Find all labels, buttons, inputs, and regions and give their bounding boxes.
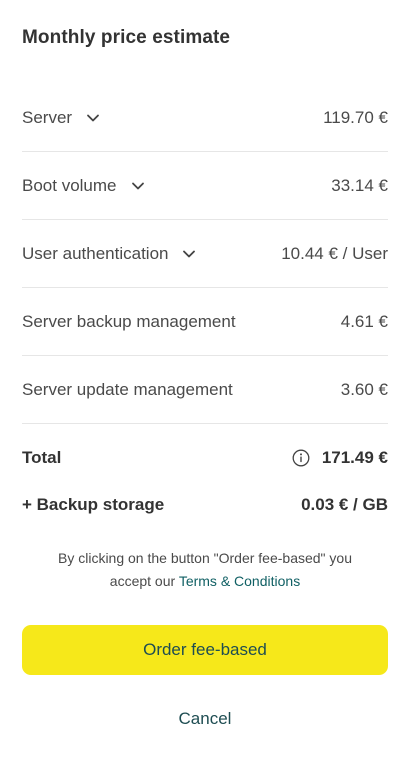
total-value-wrap: 171.49 € xyxy=(292,448,388,468)
row-label: Boot volume xyxy=(22,175,117,195)
terms-line-2: accept our Terms & Conditions xyxy=(22,570,388,593)
price-row-server-backup-management: Server backup management 4.61 € xyxy=(22,288,388,356)
order-fee-based-button[interactable]: Order fee-based xyxy=(22,625,388,675)
price-row-server: Server 119.70 € xyxy=(22,84,388,152)
info-icon[interactable] xyxy=(292,449,310,467)
total-label: Total xyxy=(22,448,62,467)
backup-storage-value: 0.03 € / GB xyxy=(301,495,388,514)
row-value: 4.61 € xyxy=(340,311,388,331)
row-label: Server xyxy=(22,107,73,127)
row-label-wrap: Server backup management xyxy=(22,312,236,332)
row-value: 33.14 € xyxy=(331,175,388,195)
user-authentication-toggle[interactable]: User authentication xyxy=(22,244,196,264)
boot-volume-toggle[interactable]: Boot volume xyxy=(22,176,145,196)
row-value: 119.70 € xyxy=(323,107,388,127)
terms-notice: By clicking on the button "Order fee-bas… xyxy=(22,547,388,593)
row-label-wrap: Server update management xyxy=(22,380,233,400)
terms-line-1: By clicking on the button "Order fee-bas… xyxy=(58,550,352,566)
terms-link[interactable]: Terms & Conditions xyxy=(179,573,300,589)
row-value: 10.44 € / User xyxy=(281,243,388,263)
backup-storage-label: + Backup storage xyxy=(22,495,165,514)
chevron-down-icon xyxy=(182,247,196,261)
cancel-button[interactable]: Cancel xyxy=(22,702,388,736)
price-estimate-panel: Monthly price estimate Server 119.70 € B… xyxy=(0,0,409,761)
row-label: User authentication xyxy=(22,243,169,263)
total-value: 171.49 € xyxy=(321,448,388,467)
price-row-boot-volume: Boot volume 33.14 € xyxy=(22,152,388,220)
chevron-down-icon xyxy=(86,111,100,125)
panel-title: Monthly price estimate xyxy=(22,27,231,48)
total-row: Total 171.49 € xyxy=(22,440,388,476)
server-toggle[interactable]: Server xyxy=(22,108,100,128)
terms-prefix: accept our xyxy=(109,573,179,589)
row-value: 3.60 € xyxy=(340,379,388,399)
row-label: Server update management xyxy=(22,379,233,399)
price-list: Server 119.70 € Boot volume 33.14 € User… xyxy=(22,84,388,424)
price-row-user-authentication: User authentication 10.44 € / User xyxy=(22,220,388,288)
price-row-server-update-management: Server update management 3.60 € xyxy=(22,356,388,424)
chevron-down-icon xyxy=(131,179,145,193)
backup-storage-row: + Backup storage 0.03 € / GB xyxy=(22,487,388,523)
row-label: Server backup management xyxy=(22,311,236,331)
